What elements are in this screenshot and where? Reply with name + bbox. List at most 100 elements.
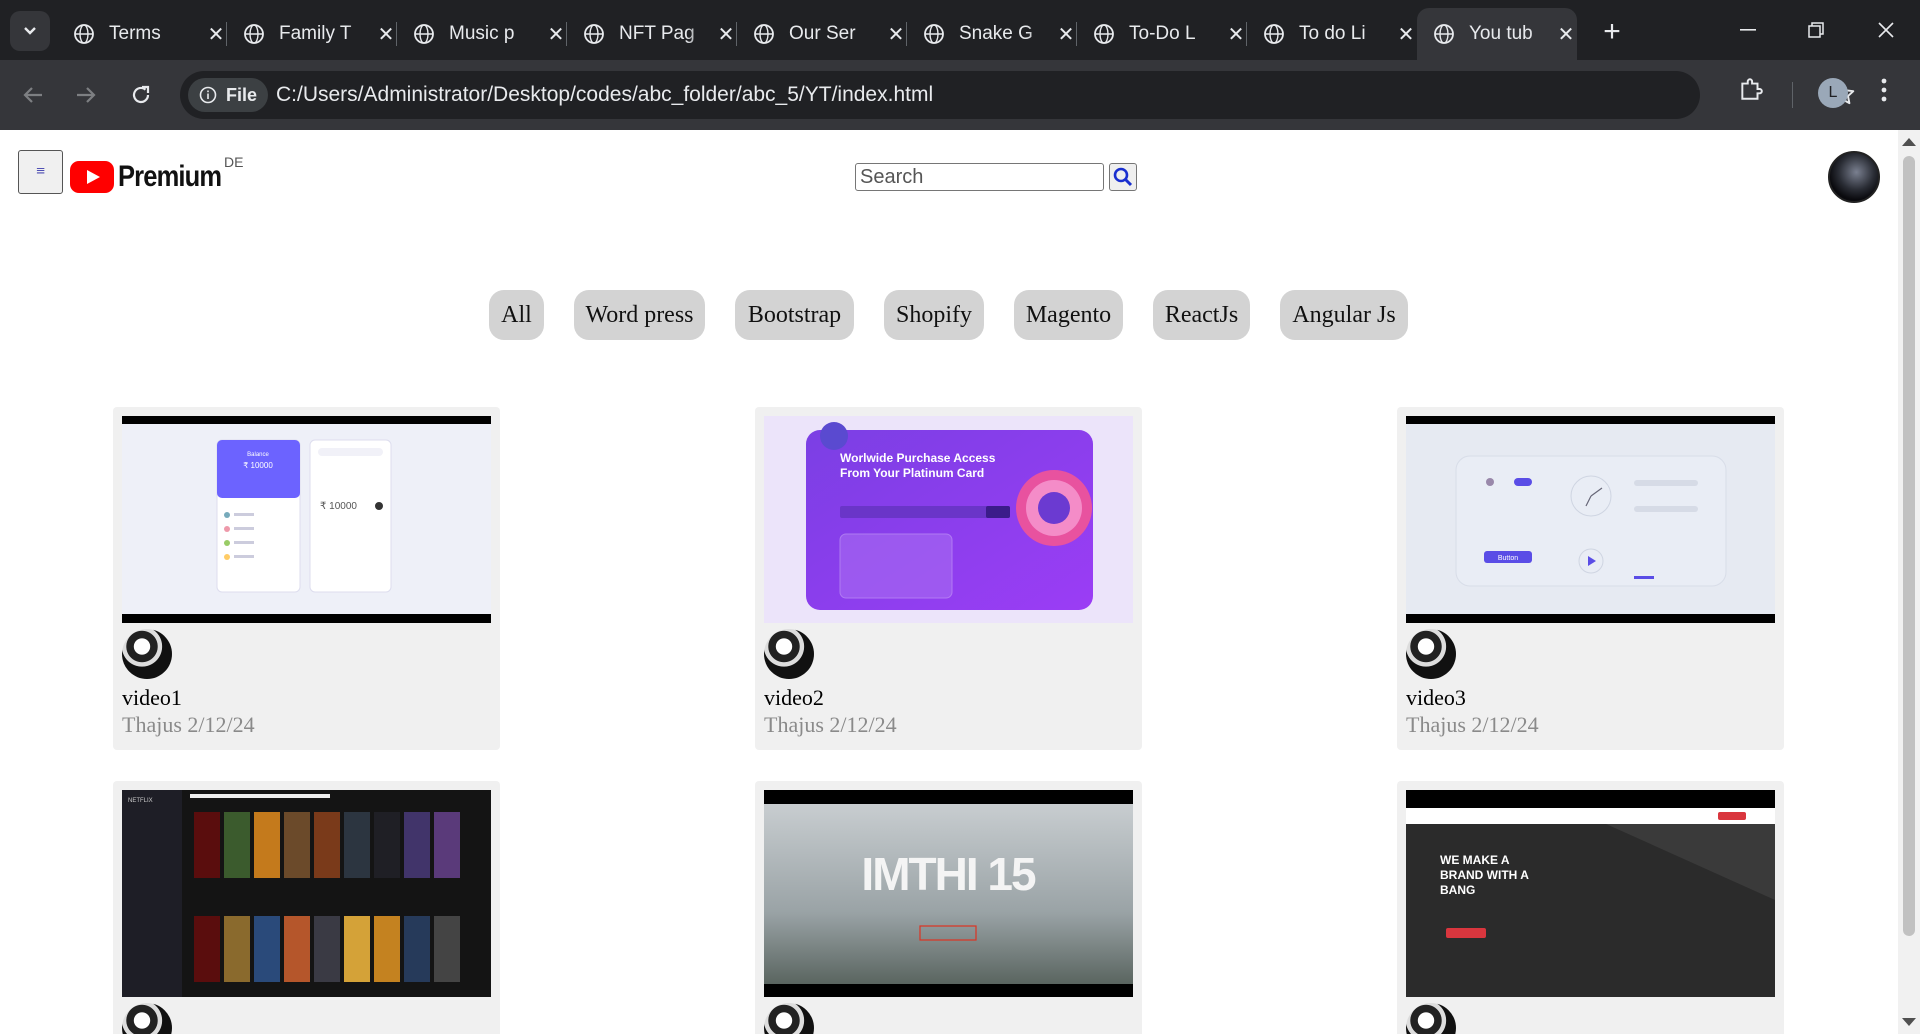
browser-tab[interactable]: Snake G ✕	[907, 8, 1077, 60]
video-title[interactable]: video2	[764, 685, 824, 711]
search-icon	[1113, 167, 1133, 187]
video-thumbnail[interactable]: Worlwide Purchase Access From Your Plati…	[764, 416, 1133, 623]
globe-icon	[74, 24, 94, 44]
filter-chip-shopify[interactable]: Shopify	[884, 290, 984, 340]
url-text[interactable]: C:/Users/Administrator/Desktop/codes/abc…	[276, 83, 933, 107]
video-meta: Thajus 2/12/24	[122, 712, 255, 737]
video-thumbnail[interactable]: Button	[1406, 416, 1775, 623]
globe-icon	[414, 24, 434, 44]
scrollbar-thumb[interactable]	[1903, 156, 1915, 936]
close-window-button[interactable]	[1856, 10, 1916, 50]
tab-title: Terms	[109, 23, 161, 44]
reload-button[interactable]	[122, 76, 160, 114]
svg-text:Worlwide Purchase Access: Worlwide Purchase Access	[840, 451, 996, 465]
new-tab-button[interactable]: +	[1594, 14, 1630, 50]
back-button[interactable]	[14, 76, 52, 114]
video-card[interactable]: Balance ₹ 10000 ₹ 10000 video1 Thajus 2/…	[113, 407, 500, 750]
tab-title: To do Li	[1299, 23, 1366, 44]
channel-avatar[interactable]	[1406, 1003, 1456, 1034]
close-tab-icon[interactable]: ✕	[375, 23, 397, 46]
tab-title: Snake G	[959, 23, 1033, 44]
agency-landing-preview: WE MAKE A BRAND WITH A BANG	[1406, 808, 1775, 997]
filter-chip-reactjs[interactable]: ReactJs	[1153, 290, 1250, 340]
close-tab-icon[interactable]: ✕	[205, 23, 227, 46]
channel-avatar[interactable]	[764, 1003, 814, 1034]
video-card[interactable]: IMTHI 15	[755, 781, 1142, 1034]
video-title[interactable]: video1	[122, 685, 182, 711]
page-scrollbar[interactable]	[1898, 130, 1920, 1034]
youtube-play-logo-icon	[70, 161, 114, 193]
close-tab-icon[interactable]: ✕	[1555, 23, 1577, 46]
video-thumbnail[interactable]: IMTHI 15	[764, 790, 1133, 997]
close-tab-icon[interactable]: ✕	[1225, 23, 1247, 46]
search-button[interactable]	[1109, 163, 1137, 191]
svg-text:IMTHI 15: IMTHI 15	[861, 848, 1036, 900]
search-input[interactable]	[855, 163, 1104, 191]
video-title[interactable]: video3	[1406, 685, 1466, 711]
forward-button[interactable]	[67, 76, 105, 114]
video-thumbnail[interactable]: Balance ₹ 10000 ₹ 10000	[122, 416, 491, 623]
close-tab-icon[interactable]: ✕	[1395, 23, 1417, 46]
restore-button[interactable]	[1786, 10, 1846, 50]
arrow-right-icon	[77, 87, 96, 103]
site-info-chip[interactable]: File	[188, 78, 268, 112]
video-card[interactable]: Worlwide Purchase Access From Your Plati…	[755, 407, 1142, 750]
address-bar[interactable]: File C:/Users/Administrator/Desktop/code…	[180, 71, 1855, 119]
payment-app-preview: Balance ₹ 10000 ₹ 10000	[122, 424, 491, 614]
close-tab-icon[interactable]: ✕	[715, 23, 737, 46]
browser-tab[interactable]: Terms ✕	[57, 8, 227, 60]
filter-chip-all[interactable]: All	[489, 290, 544, 340]
user-avatar[interactable]	[1828, 151, 1880, 203]
browser-tab[interactable]: To-Do L ✕	[1077, 8, 1247, 60]
browser-tab[interactable]: Our Ser ✕	[737, 8, 907, 60]
svg-text:NETFLIX: NETFLIX	[128, 798, 153, 804]
video-card[interactable]: Button video3 Thajus 2/12/24	[1397, 407, 1784, 750]
video-thumbnail[interactable]: NETFLIX	[122, 790, 491, 997]
tab-search-button[interactable]	[10, 11, 50, 51]
reload-icon	[132, 85, 150, 104]
browser-tab[interactable]: To do Li ✕	[1247, 8, 1417, 60]
channel-avatar[interactable]	[122, 1003, 172, 1034]
close-tab-icon[interactable]: ✕	[1055, 23, 1077, 46]
puzzle-icon	[1741, 78, 1763, 100]
close-tab-icon[interactable]: ✕	[545, 23, 567, 46]
close-icon	[1878, 22, 1894, 38]
channel-avatar[interactable]	[1406, 629, 1456, 679]
filter-chip-bar: All Word press Bootstrap Shopify Magento…	[0, 290, 1898, 342]
video-card[interactable]: NETFLIX	[113, 781, 500, 1034]
browser-tab-bar: Terms ✕ Family T ✕ Music p ✕ NFT Pag ✕ Our Ser ✕ S…	[0, 0, 1920, 60]
arrow-left-icon	[23, 87, 42, 103]
tab-title: Music p	[449, 23, 515, 44]
youtube-premium-logo[interactable]: Premium	[70, 160, 239, 194]
channel-avatar[interactable]	[764, 629, 814, 679]
tab-title: Family T	[279, 23, 352, 44]
filter-chip-angularjs[interactable]: Angular Js	[1280, 290, 1408, 340]
browser-menu-button[interactable]	[1874, 78, 1894, 102]
close-tab-icon[interactable]: ✕	[885, 23, 907, 46]
browser-tab[interactable]: Family T ✕	[227, 8, 397, 60]
info-icon	[199, 86, 217, 104]
channel-avatar[interactable]	[122, 629, 172, 679]
browser-tab[interactable]: Music p ✕	[397, 8, 567, 60]
globe-icon	[1094, 24, 1114, 44]
filter-chip-bootstrap[interactable]: Bootstrap	[735, 290, 854, 340]
profile-avatar-button[interactable]: L	[1818, 78, 1848, 108]
browser-tab[interactable]: You tub ✕	[1417, 8, 1577, 60]
chevron-down-icon	[24, 27, 36, 35]
globe-icon	[924, 24, 944, 44]
filter-chip-magento[interactable]: Magento	[1014, 290, 1123, 340]
svg-text:BRAND WITH A: BRAND WITH A	[1440, 868, 1529, 882]
globe-icon	[1434, 24, 1454, 44]
browser-tab[interactable]: NFT Pag ✕	[567, 8, 737, 60]
filter-chip-wordpress[interactable]: Word press	[574, 290, 705, 340]
video-meta: Thajus 2/12/24	[1406, 712, 1539, 737]
menu-button[interactable]: ≡	[18, 150, 63, 194]
scroll-up-arrow-icon[interactable]	[1902, 138, 1916, 146]
tab-title: NFT Pag	[619, 23, 695, 44]
video-card[interactable]: WE MAKE A BRAND WITH A BANG	[1397, 781, 1784, 1034]
extensions-button[interactable]	[1738, 76, 1764, 107]
video-thumbnail[interactable]: WE MAKE A BRAND WITH A BANG	[1406, 790, 1775, 997]
toolbar-divider	[1792, 82, 1793, 108]
minimize-button[interactable]	[1718, 10, 1778, 50]
scroll-down-arrow-icon[interactable]	[1902, 1018, 1916, 1026]
